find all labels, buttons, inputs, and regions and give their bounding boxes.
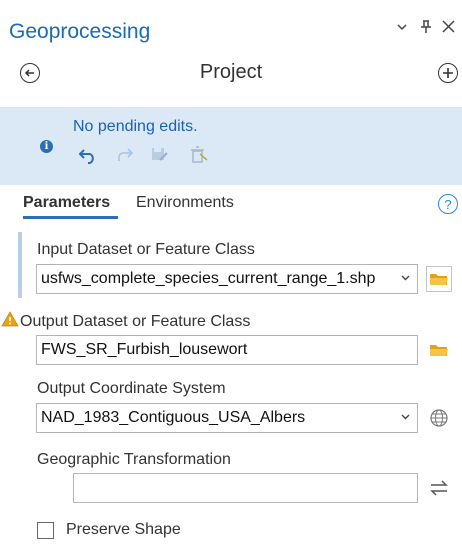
coord-system-properties-button[interactable]: [426, 405, 452, 431]
save-edits-button[interactable]: [150, 146, 170, 167]
save-edits-icon: [152, 148, 168, 161]
output-dataset-label: Output Dataset or Feature Class: [20, 313, 251, 330]
close-icon: [442, 20, 455, 33]
folder-icon: [430, 274, 448, 285]
add-button[interactable]: [438, 63, 458, 83]
undo-button[interactable]: [78, 146, 98, 167]
warning-icon: [1, 311, 19, 332]
coord-system-label: Output Coordinate System: [37, 380, 226, 397]
coord-system-dropdown[interactable]: NAD_1983_Contiguous_USA_Albers: [36, 403, 418, 433]
preserve-shape-label: Preserve Shape: [66, 521, 181, 538]
pin-icon: [421, 20, 431, 33]
redo-icon: [118, 148, 134, 161]
coord-system-value: NAD_1983_Contiguous_USA_Albers: [41, 409, 306, 426]
globe-icon: [430, 409, 448, 427]
output-dataset-input[interactable]: FWS_SR_Furbish_lousewort: [36, 335, 418, 365]
required-param-indicator: [18, 232, 22, 298]
input-dataset-dropdown[interactable]: usfws_complete_species_current_range_1.s…: [36, 264, 418, 294]
project-label: Project: [199, 61, 263, 83]
active-tab-indicator: [23, 216, 118, 219]
pending-edits-message: No pending edits.: [73, 118, 198, 135]
plus-icon: [443, 68, 453, 78]
panel-close-button[interactable]: [442, 20, 455, 38]
panel-menu-button[interactable]: [396, 20, 408, 38]
chevron-down-icon: [400, 271, 411, 286]
input-dataset-value: usfws_complete_species_current_range_1.s…: [41, 270, 376, 287]
browse-input-button[interactable]: [426, 266, 452, 292]
geo-transform-input[interactable]: [73, 473, 418, 503]
edits-banner: [0, 107, 462, 185]
panel-title: Geoprocessing: [9, 20, 151, 43]
preserve-shape-checkbox[interactable]: [37, 522, 54, 539]
output-dataset-value: FWS_SR_Furbish_lousewort: [41, 341, 248, 358]
browse-output-button[interactable]: [426, 337, 452, 363]
transform-options-button[interactable]: [426, 475, 452, 501]
discard-edits-button[interactable]: [190, 146, 210, 167]
help-icon[interactable]: ?: [438, 194, 458, 214]
folder-icon: [430, 345, 448, 356]
chevron-down-icon: [400, 410, 411, 425]
discard-edits-icon: [191, 146, 208, 163]
tab-environments[interactable]: Environments: [136, 194, 234, 212]
swap-arrows-icon: [430, 480, 448, 496]
panel-pin-button[interactable]: [420, 20, 432, 39]
input-dataset-label: Input Dataset or Feature Class: [37, 241, 255, 258]
geo-transform-label: Geographic Transformation: [37, 451, 231, 468]
chevron-down-icon: [397, 24, 407, 31]
undo-icon: [78, 149, 94, 164]
redo-button[interactable]: [116, 146, 134, 167]
tab-parameters[interactable]: Parameters: [23, 194, 110, 212]
info-icon: i: [40, 140, 53, 153]
